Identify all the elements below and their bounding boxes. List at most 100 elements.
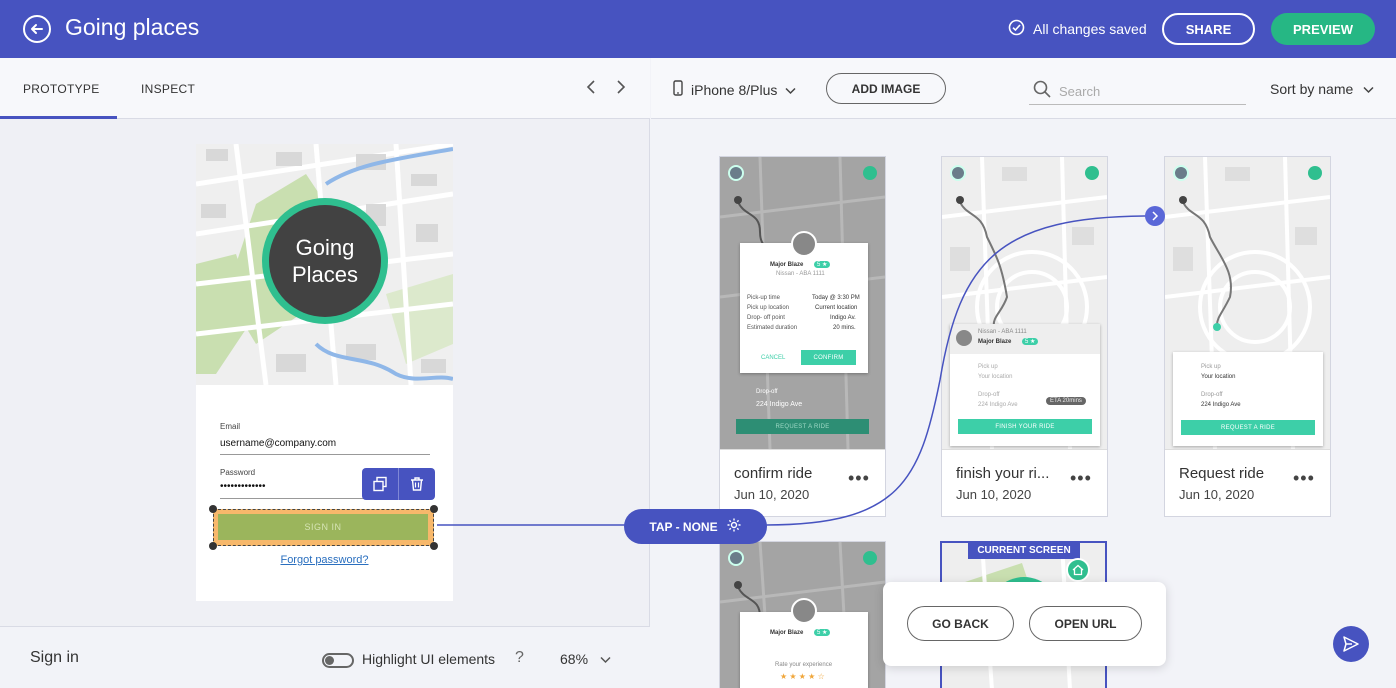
pickup-value: Your location: [978, 374, 1013, 380]
screen-card-confirm-ride[interactable]: Major Blaze 5 ★ Nissan - ABA 1111 Pick-u…: [719, 156, 886, 517]
value: Today @ 3:30 PM: [812, 295, 860, 301]
element-tools: [362, 468, 435, 500]
save-status: All changes saved: [1008, 19, 1147, 39]
trash-icon[interactable]: [398, 468, 435, 500]
pickup-label: Pick up: [1201, 364, 1221, 370]
avatar: [950, 165, 966, 181]
screen-card-rate-ride[interactable]: Major Blaze 5 ★ Rate your experience ★ ★…: [719, 541, 886, 688]
help-icon[interactable]: ?: [515, 649, 524, 667]
dropoff-value: 224 Indigo Ave: [978, 402, 1018, 408]
screen-thumbnail: Nissan - ABA 1111 Major Blaze 5 ★ Pick u…: [942, 157, 1107, 449]
driver-name: Major Blaze: [978, 339, 1012, 345]
map-image: Going Places: [196, 144, 453, 385]
current-screen-name: Sign in: [30, 649, 79, 666]
more-icon[interactable]: •••: [848, 468, 870, 489]
driver-name: Major Blaze: [770, 262, 804, 268]
card-title: Request ride: [1179, 465, 1265, 482]
rate-prompt: Rate your experience: [775, 662, 833, 668]
finish-label: FINISH YOUR RIDE: [958, 419, 1092, 434]
device-select[interactable]: iPhone 8/Plus: [673, 80, 796, 99]
phone-icon: [673, 80, 683, 99]
email-label: Email: [220, 422, 241, 431]
password-label: Password: [220, 468, 256, 477]
value: Indigo Av.: [830, 315, 856, 321]
current-screen-tag: CURRENT SCREEN: [968, 542, 1080, 559]
resize-handle[interactable]: [430, 505, 438, 513]
screen-thumbnail: Major Blaze 5 ★ Nissan - ABA 1111 Pick-u…: [720, 157, 885, 449]
resize-handle[interactable]: [430, 542, 438, 550]
chevron-left-icon[interactable]: [586, 80, 596, 99]
sort-select[interactable]: Sort by name: [1270, 81, 1374, 97]
sign-in-button[interactable]: SIGN IN: [218, 514, 428, 540]
go-back-button[interactable]: GO BACK: [907, 606, 1014, 641]
rating-stars: ★ ★ ★ ★ ☆: [780, 672, 825, 681]
add-image-button[interactable]: ADD IMAGE: [826, 73, 946, 104]
gear-icon[interactable]: [726, 517, 742, 536]
highlight-toggle[interactable]: [322, 653, 354, 668]
value: Current location: [815, 305, 858, 311]
search-input[interactable]: [1059, 83, 1239, 99]
resize-handle[interactable]: [209, 505, 217, 513]
open-url-button[interactable]: OPEN URL: [1029, 606, 1142, 641]
notification-icon: [863, 551, 877, 565]
duplicate-icon[interactable]: [362, 468, 398, 500]
tab-inspect[interactable]: INSPECT: [141, 82, 195, 96]
pickup-value: Your location: [1201, 374, 1236, 380]
action-popover: GO BACK OPEN URL: [883, 582, 1166, 666]
chevron-down-icon: [1363, 81, 1374, 97]
card-title: finish your ri...: [956, 465, 1050, 482]
screen-card-request-ride[interactable]: Pick up Your location Drop-off 224 Indig…: [1164, 156, 1331, 517]
check-circle-icon: [1008, 19, 1025, 39]
resize-handle[interactable]: [209, 542, 217, 550]
card-date: Jun 10, 2020: [1179, 487, 1255, 502]
screen-thumbnail: Major Blaze 5 ★ Rate your experience ★ ★…: [720, 542, 885, 688]
selected-hotspot[interactable]: SIGN IN: [213, 509, 434, 546]
phone-screen-preview: Going Places Email username@company.com …: [196, 144, 453, 601]
confirm-sheet: Major Blaze 5 ★ Nissan - ABA 1111 Pick-u…: [740, 231, 868, 373]
request-label: REQUEST A RIDE: [1181, 420, 1315, 435]
send-icon[interactable]: [1333, 626, 1369, 662]
email-underline: [220, 454, 430, 455]
request-sheet: Pick up Your location Drop-off 224 Indig…: [1173, 352, 1323, 446]
value: 20 mins.: [833, 325, 856, 331]
search-icon: [1033, 80, 1051, 103]
tab-prototype[interactable]: PROTOTYPE: [23, 82, 100, 96]
password-field[interactable]: •••••••••••••: [220, 481, 266, 492]
avatar: [728, 165, 744, 181]
active-tab-indicator: [0, 116, 117, 119]
zoom-select[interactable]: 68%: [560, 651, 611, 667]
forgot-password-link[interactable]: Forgot password?: [196, 554, 453, 566]
screen-card-finish-ride[interactable]: Nissan - ABA 1111 Major Blaze 5 ★ Pick u…: [941, 156, 1108, 517]
screens-toolbar: iPhone 8/Plus ADD IMAGE Sort by name: [651, 58, 1396, 119]
tap-action-pill[interactable]: TAP - NONE: [624, 509, 767, 544]
zoom-value: 68%: [560, 651, 589, 667]
dropoff-label: Drop-off: [978, 392, 1000, 398]
device-label: iPhone 8/Plus: [691, 81, 778, 98]
card-meta: confirm ride Jun 10, 2020 •••: [720, 449, 885, 516]
email-field[interactable]: username@company.com: [220, 438, 336, 449]
top-bar: Going places All changes saved SHARE PRE…: [0, 0, 1396, 58]
label: Estimated duration: [747, 325, 798, 331]
link-target-arrow-icon: [1145, 206, 1165, 226]
chevron-right-icon[interactable]: [616, 80, 626, 99]
more-icon[interactable]: •••: [1293, 468, 1315, 489]
driver-avatar: [791, 598, 817, 624]
logo-text-line2: Places: [291, 262, 359, 287]
dropoff-label: Drop-off: [1201, 392, 1223, 398]
label: Drop- off point: [747, 315, 785, 321]
card-title: confirm ride: [734, 465, 813, 482]
tap-action-label: TAP - NONE: [649, 519, 718, 534]
avatar: [728, 550, 744, 566]
label: Pick-up time: [747, 295, 781, 301]
notification-icon: [863, 166, 877, 180]
dropoff-label: Drop-off: [756, 389, 778, 395]
share-button[interactable]: SHARE: [1162, 13, 1255, 45]
more-icon[interactable]: •••: [1070, 468, 1092, 489]
card-date: Jun 10, 2020: [734, 487, 810, 502]
back-arrow-icon[interactable]: [23, 15, 51, 43]
driver-avatar: [956, 330, 972, 346]
eta-badge: ETA 20mins: [1046, 397, 1086, 405]
preview-button[interactable]: PREVIEW: [1271, 13, 1375, 45]
app-logo: Going Places: [262, 198, 388, 324]
car-info: Nissan - ABA 1111: [776, 271, 825, 277]
